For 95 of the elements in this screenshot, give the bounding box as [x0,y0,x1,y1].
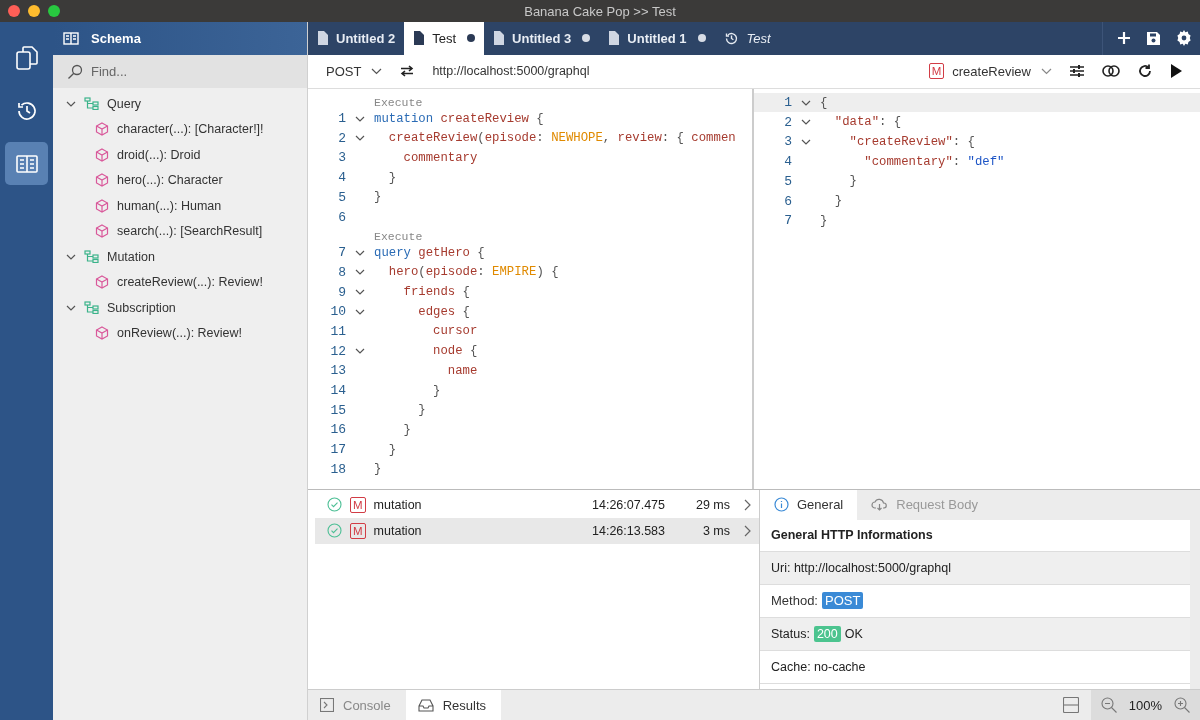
code-line: friends { [402,285,470,300]
search-field[interactable]: Find... [53,55,307,88]
operation-dropdown[interactable]: createReview [952,63,1052,79]
execute-link[interactable]: Execute [374,229,423,243]
code-line: cursor [432,324,478,339]
tree-item[interactable]: hero(...): Character [117,173,223,188]
find-field[interactable]: Find... [91,59,271,84]
code-line: "data": { [833,115,902,130]
line-number: 4 [783,154,792,170]
line-number: 11 [329,323,346,339]
timestamp: 14:26:07.475 [592,498,666,512]
line-number: 4 [337,170,346,186]
duration: 29 ms [694,498,730,512]
info-text: Cache: no-cache [771,660,866,674]
code-line: hero(episode: EMPIRE) { [387,265,559,280]
line-number: 8 [337,264,346,280]
zoom-level: 100% [1128,697,1162,713]
status-badge: POST [822,592,864,610]
code-line: } [402,422,411,437]
mutation-badge: M [350,497,366,513]
document-tab[interactable]: Untitled 2 [308,22,405,55]
line-number: 3 [783,134,792,150]
line-number: 18 [329,461,346,477]
code-line: { [820,95,828,110]
line-number: 1 [783,95,792,111]
line-number: 7 [783,213,792,229]
window-title: Banana Cake Pop >> Test [523,3,677,19]
document-tab[interactable]: Test [404,22,485,55]
code-line: } [387,442,397,457]
line-number: 5 [783,173,792,189]
tree-item[interactable]: createReview(...): Review! [117,275,263,290]
code-line: } [417,403,426,418]
method-dropdown[interactable]: POST [326,63,383,79]
code-line: } [848,174,857,189]
line-number: 17 [329,442,346,458]
code-line: mutation createReview { [374,111,544,126]
tree-item[interactable]: droid(...): Droid [117,147,201,162]
line-number: 7 [337,245,346,261]
code-line: } [820,213,828,228]
panel-tab[interactable]: Results [405,690,502,720]
line-number: 1 [337,111,346,127]
code-line: } [374,190,382,205]
code-line: } [432,383,441,398]
code-line: commentary [402,150,478,165]
line-number: 6 [783,193,792,209]
line-number: 9 [337,284,346,300]
line-number: 14 [329,383,346,398]
line-number: 5 [337,189,346,205]
line-number: 3 [337,150,346,166]
detail-tab[interactable]: General [760,490,858,520]
duration: 3 ms [701,524,730,538]
mutation-badge: M [928,63,945,80]
document-tab[interactable]: Untitled 1 [599,22,715,55]
tree-item[interactable]: Query [107,96,142,111]
code-line: name [446,363,478,378]
code-line: "commentary": "def" [863,154,1005,169]
line-number: 6 [337,209,346,225]
code-line: } [387,170,397,185]
code-line: } [833,194,843,208]
code-line: } [374,462,382,477]
tree-item[interactable]: search(...): [SearchResult] [117,224,263,239]
document-tab[interactable]: Test [714,22,780,55]
line-number: 15 [329,402,346,418]
operation-name: mutation [373,524,423,538]
code-line: query getHero { [374,245,485,260]
code-line: createReview(episode: NEWHOPE, review: { commen [387,131,736,146]
status-badge: 200 [813,626,841,642]
code-line: "createReview": { [848,134,975,149]
section-heading: General HTTP Informations [760,520,1190,552]
line-number: 12 [329,343,346,359]
info-label: Status: [771,627,810,641]
tree-item[interactable]: character(...): [Character!]! [117,122,264,137]
document-tab[interactable]: Untitled 3 [484,22,600,55]
tree-item[interactable]: Mutation [107,249,155,264]
line-number: 16 [329,422,346,438]
line-number: 2 [783,114,792,130]
info-text: OK [844,627,863,641]
code-line: node { [432,344,478,359]
url-field[interactable]: http://localhost:5000/graphql [432,64,590,79]
operation-name: mutation [373,498,423,512]
mutation-badge: M [350,523,366,539]
code-line: edges { [417,304,470,319]
tree-item[interactable]: human(...): Human [117,198,222,213]
tree-item[interactable]: Subscription [107,300,176,315]
history-row[interactable]: M mutation 14:26:07.475 29 ms [315,492,759,518]
line-number: 10 [329,304,346,320]
history-row[interactable]: M mutation 14:26:13.583 3 ms [315,518,759,544]
timestamp: 14:26:13.583 [592,524,666,538]
line-number: 13 [329,363,346,379]
info-text: Uri: http://localhost:5000/graphql [771,561,951,575]
info-label: Method: [771,593,818,609]
line-number: 2 [337,130,346,146]
execute-link[interactable]: Execute [374,95,423,109]
tree-item[interactable]: onReview(...): Review! [117,326,243,341]
sidebar-title: Schema [91,31,141,46]
